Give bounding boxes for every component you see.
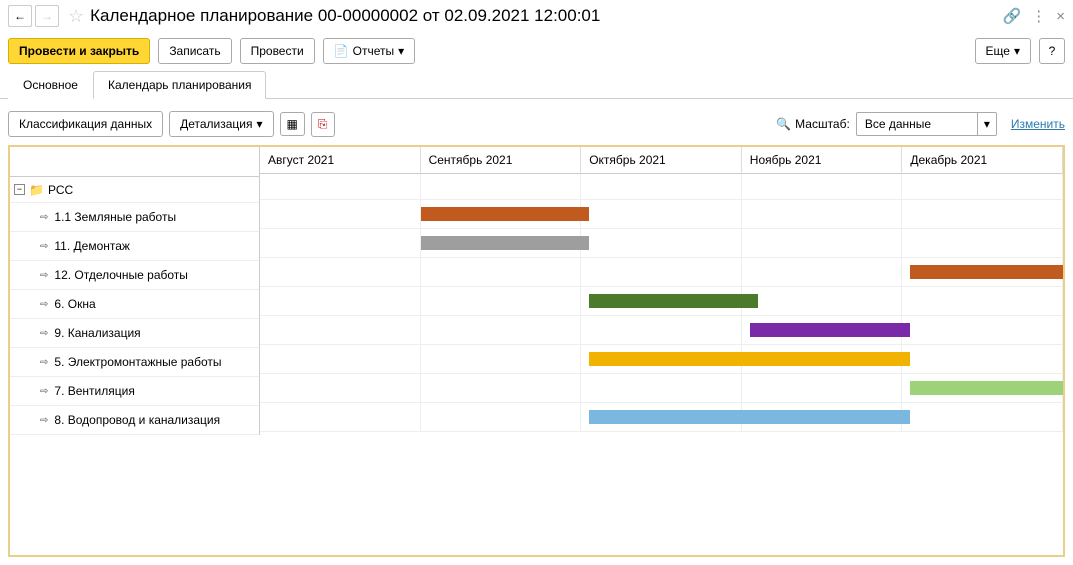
post-and-close-button[interactable]: Провести и закрыть	[8, 38, 150, 64]
edit-link[interactable]: Изменить	[1011, 117, 1065, 131]
save-button[interactable]: Записать	[158, 38, 231, 64]
task-row[interactable]: ⇨ 6. Окна	[10, 290, 259, 319]
detail-label: Детализация	[180, 117, 252, 131]
gantt-bar[interactable]	[589, 410, 910, 424]
task-column-header	[10, 147, 259, 177]
tab-calendar[interactable]: Календарь планирования	[93, 71, 267, 99]
zoom-icon: 🔍	[776, 117, 791, 131]
task-row[interactable]: ⇨ 9. Канализация	[10, 319, 259, 348]
close-icon[interactable]: ×	[1056, 8, 1065, 25]
favorite-icon[interactable]: ☆	[68, 6, 84, 27]
task-row[interactable]: ⇨ 7. Вентиляция	[10, 377, 259, 406]
task-icon: ⇨	[40, 241, 48, 252]
chart-row	[260, 374, 1063, 403]
task-icon: ⇨	[40, 357, 48, 368]
task-row[interactable]: ⇨ 5. Электромонтажные работы	[10, 348, 259, 377]
month-header-cell: Сентябрь 2021	[421, 147, 582, 174]
task-name: 1.1 Земляные работы	[54, 210, 176, 224]
post-button[interactable]: Провести	[240, 38, 315, 64]
more-label: Еще	[986, 44, 1010, 58]
report-icon: 📄	[334, 44, 349, 58]
chart-group-row	[260, 174, 1063, 200]
task-icon: ⇨	[40, 386, 48, 397]
gantt-bar[interactable]	[589, 352, 910, 366]
task-row[interactable]: ⇨ 1.1 Земляные работы	[10, 203, 259, 232]
classification-button[interactable]: Классификация данных	[8, 111, 163, 137]
tab-main[interactable]: Основное	[8, 71, 93, 99]
back-button[interactable]: ←	[8, 5, 32, 27]
help-button[interactable]: ?	[1039, 38, 1065, 64]
task-name: 12. Отделочные работы	[54, 268, 188, 282]
group-label: РСС	[48, 183, 73, 197]
gantt-chart: − 📁 РСС ⇨ 1.1 Земляные работы ⇨ 11. Демонта…	[8, 145, 1065, 557]
gantt-bar[interactable]	[589, 294, 758, 308]
task-name: 5. Электромонтажные работы	[54, 355, 221, 369]
month-header-cell: Октябрь 2021	[581, 147, 742, 174]
group-row[interactable]: − 📁 РСС	[10, 177, 259, 203]
chevron-down-icon: ▾	[1014, 44, 1020, 58]
folder-icon: 📁	[29, 183, 44, 197]
task-row[interactable]: ⇨ 11. Демонтаж	[10, 232, 259, 261]
task-icon: ⇨	[40, 212, 48, 223]
gantt-bar[interactable]	[750, 323, 911, 337]
task-icon: ⇨	[40, 270, 48, 281]
gantt-bar[interactable]	[910, 381, 1063, 395]
chevron-down-icon: ▾	[257, 117, 263, 131]
task-icon: ⇨	[40, 299, 48, 310]
task-row[interactable]: ⇨ 12. Отделочные работы	[10, 261, 259, 290]
month-header-cell: Август 2021	[260, 147, 421, 174]
task-name: 6. Окна	[54, 297, 95, 311]
export-button[interactable]: ⎘	[311, 112, 335, 137]
chart-row	[260, 258, 1063, 287]
task-name: 7. Вентиляция	[54, 384, 134, 398]
detail-button[interactable]: Детализация ▾	[169, 111, 273, 137]
chart-row	[260, 229, 1063, 258]
scale-select[interactable]: Все данные ▾	[856, 112, 997, 136]
chevron-down-icon[interactable]: ▾	[977, 113, 996, 135]
grid-view-button[interactable]: ▦	[280, 112, 305, 136]
chevron-down-icon: ▾	[398, 44, 404, 58]
forward-button[interactable]: →	[35, 5, 59, 27]
task-icon: ⇨	[40, 328, 48, 339]
chart-row	[260, 345, 1063, 374]
scale-label: Масштаб:	[795, 117, 850, 131]
kebab-icon[interactable]: ⋮	[1031, 7, 1046, 25]
more-button[interactable]: Еще ▾	[975, 38, 1031, 64]
link-icon[interactable]: 🔗	[1003, 7, 1022, 25]
task-name: 8. Водопровод и канализация	[54, 413, 220, 427]
chart-row	[260, 403, 1063, 432]
month-header-cell: Ноябрь 2021	[742, 147, 903, 174]
month-header-cell: Декабрь 2021	[902, 147, 1063, 174]
task-name: 9. Канализация	[54, 326, 140, 340]
task-icon: ⇨	[40, 415, 48, 426]
collapse-icon[interactable]: −	[14, 184, 25, 195]
page-title: Календарное планирование 00-00000002 от …	[90, 6, 1002, 26]
task-name: 11. Демонтаж	[54, 239, 130, 253]
gantt-bar[interactable]	[421, 236, 590, 250]
task-row[interactable]: ⇨ 8. Водопровод и канализация	[10, 406, 259, 435]
reports-label: Отчеты	[353, 44, 394, 58]
chart-row	[260, 316, 1063, 345]
gantt-bar[interactable]	[421, 207, 590, 221]
chart-row	[260, 287, 1063, 316]
reports-button[interactable]: 📄 Отчеты ▾	[323, 38, 415, 64]
gantt-bar[interactable]	[910, 265, 1063, 279]
scale-value: Все данные	[857, 117, 977, 131]
chart-row	[260, 200, 1063, 229]
